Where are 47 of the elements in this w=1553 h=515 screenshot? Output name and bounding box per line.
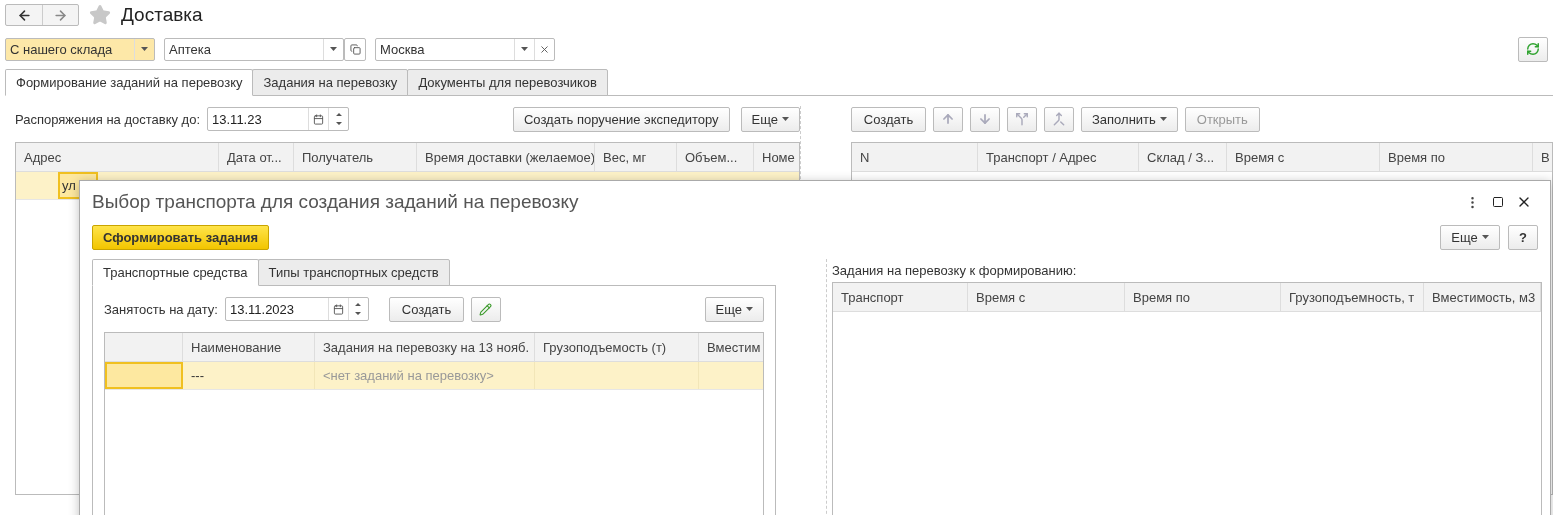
window-title: Доставка [121,4,203,26]
tab[interactable]: Формирование заданий на перевозку [5,69,254,96]
primary-button[interactable]: Сформировать задания [92,224,270,250]
select-field[interactable]: Аптека [164,37,344,61]
select-field[interactable]: С нашего склада [5,37,155,61]
help-button[interactable]: ? [1508,224,1538,250]
date-field[interactable]: 13.11.23 [207,107,350,131]
column-header[interactable]: Номе [754,143,799,171]
column-header[interactable]: Вместимость, м3 [1424,283,1541,311]
tab[interactable]: Типы транспортных средств [257,259,450,286]
tab[interactable]: Документы для перевозчиков [407,69,608,96]
column-header[interactable]: Дата от... [219,143,294,171]
column-header[interactable]: Адрес [16,143,219,171]
create-button[interactable]: Создать [388,296,464,322]
column-header[interactable]: Время доставки (желаемое) [417,143,595,171]
create-button[interactable]: Создать [851,106,926,132]
column-header[interactable]: В [1533,143,1552,171]
column-header[interactable]: Грузоподъемость (т) [535,333,699,361]
select-field[interactable]: Москва [375,37,555,61]
column-header[interactable]: Получатель [294,143,417,171]
menu-button[interactable]: Заполнить [1081,106,1178,132]
column-header[interactable]: Объем... [677,143,754,171]
table-cell: <нет заданий на перевозку> [315,362,535,389]
column-header[interactable]: Грузоподъемность, т [1281,283,1424,311]
column-header[interactable]: Наименование [183,333,315,361]
section-label: Задания на перевозку к формированию: [832,263,1078,278]
column-header[interactable]: Склад / З... [1139,143,1227,171]
tab[interactable]: Задания на перевозку [252,69,409,96]
column-header[interactable]: Задания на перевозку на 13 нояб. [315,333,535,361]
field-label: Занятость на дату: [104,301,218,317]
column-header[interactable]: Время по [1125,283,1281,311]
menu-button[interactable]: Еще [740,106,800,132]
column-header[interactable]: Транспорт [833,283,968,311]
column-header[interactable]: Время по [1380,143,1533,171]
menu-button[interactable]: Еще [1440,224,1500,250]
column-header[interactable]: Время с [1227,143,1380,171]
field-label: Распоряжения на доставку до: [15,111,201,127]
tab[interactable]: Транспортные средства [92,259,259,286]
action-button[interactable]: Создать поручение экспедитору [512,106,730,132]
column-header[interactable]: Вес, мг [595,143,677,171]
date-field[interactable]: 13.11.2023 [224,297,369,321]
table-cell: --- [183,362,315,389]
column-header[interactable]: Транспорт / Адрес [978,143,1139,171]
column-header[interactable]: N [852,143,978,171]
column-header[interactable]: Время с [968,283,1125,311]
column-header[interactable]: Вместим [699,333,763,361]
menu-button[interactable]: Еще [704,296,764,322]
